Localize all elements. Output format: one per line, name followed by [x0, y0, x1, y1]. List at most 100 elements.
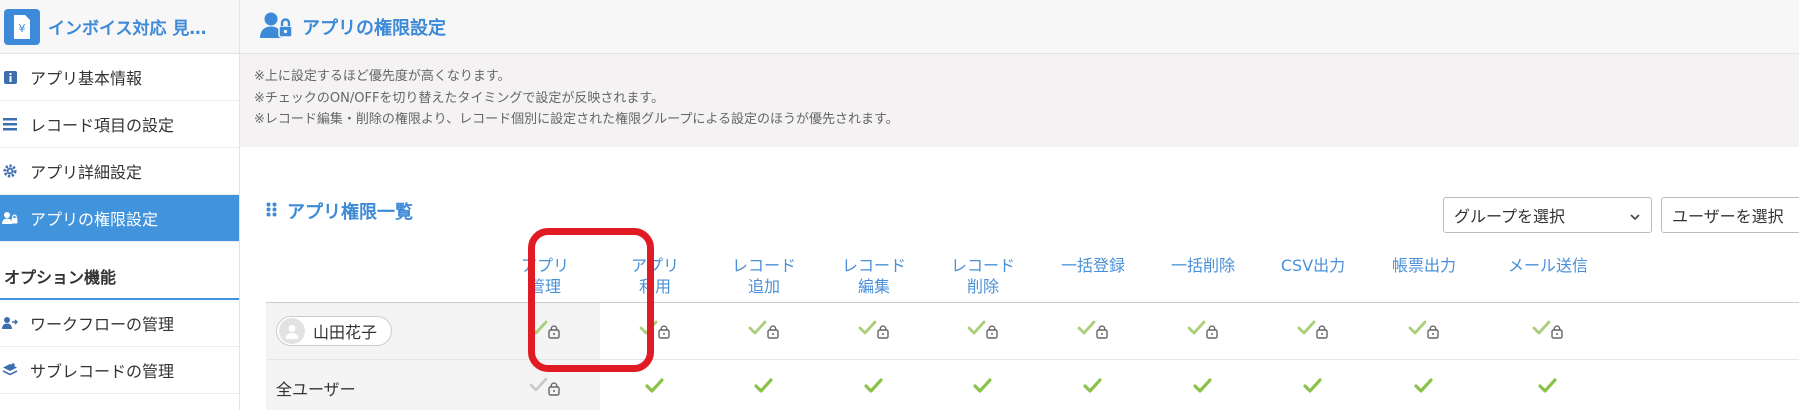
app-document-icon: ¥ [4, 8, 40, 45]
main-content: アプリの権限設定 ※上に設定するほど優先度が高くなります。 ※チェックのON/O… [240, 0, 1799, 410]
check-icon [864, 377, 884, 399]
column-header-line: 一括削除 [1170, 256, 1235, 275]
workflow-icon [2, 315, 18, 331]
permission-cell [1148, 303, 1258, 359]
column-header-line: 編集 [857, 277, 890, 296]
gear-icon [2, 163, 18, 179]
permission-cell [709, 303, 819, 359]
locked-check-icon [1077, 319, 1109, 343]
column-header-line: 利用 [638, 277, 671, 296]
user-lock-icon [260, 11, 294, 43]
list-icon [2, 116, 18, 132]
permission-cell[interactable] [709, 360, 819, 410]
permission-cell[interactable] [1369, 360, 1479, 410]
column-header[interactable]: レコード 編集 [819, 255, 929, 297]
permission-cell[interactable] [1148, 360, 1258, 410]
user-lock-icon [2, 210, 18, 226]
page-title: アプリの権限設定 [302, 17, 446, 39]
check-icon [973, 377, 993, 399]
check-icon [1083, 377, 1103, 399]
layers-icon [2, 362, 18, 378]
note-line: ※レコード編集・削除の権限より、レコード個別に設定された権限グループによる設定の… [254, 112, 899, 127]
permission-cell [490, 360, 600, 410]
column-header[interactable]: アプリ 管理 [490, 255, 600, 297]
group-select-value: グループを選択 [1454, 207, 1566, 226]
locked-check-icon [1532, 319, 1564, 343]
permission-cell[interactable] [1258, 360, 1368, 410]
sidebar-item-label: サブレコードの管理 [30, 362, 175, 381]
permission-cell[interactable] [600, 360, 710, 410]
group-select[interactable]: グループを選択 [1443, 197, 1652, 233]
column-header-line: アプリ [520, 256, 569, 275]
permission-cell[interactable] [819, 360, 929, 410]
check-icon [1303, 377, 1323, 399]
column-header-line: アプリ [630, 256, 679, 275]
sidebar-item-label: アプリ基本情報 [30, 69, 143, 88]
permission-cell[interactable] [928, 360, 1038, 410]
permission-cell [1369, 303, 1479, 359]
user-chip[interactable]: 山田花子 [276, 316, 393, 346]
column-header-line: レコード [841, 256, 906, 275]
locked-check-icon [858, 319, 890, 343]
column-header-line: レコード [731, 256, 796, 275]
column-header-line: 帳票出力 [1391, 256, 1456, 275]
check-icon [1414, 377, 1434, 399]
check-icon [754, 377, 774, 399]
column-header[interactable]: メール送信 [1493, 255, 1603, 276]
locked-check-icon [748, 319, 780, 343]
permission-cell [928, 303, 1038, 359]
column-header-line: レコード [950, 256, 1015, 275]
locked-check-icon [639, 319, 671, 343]
sidebar-item-subrecords[interactable]: サブレコードの管理 [0, 347, 239, 394]
column-header[interactable]: CSV出力 [1258, 255, 1368, 276]
column-header[interactable]: レコード 追加 [709, 255, 819, 297]
locked-check-icon [1297, 319, 1329, 343]
sidebar-item-workflow[interactable]: ワークフローの管理 [0, 300, 239, 347]
column-header-line: CSV出力 [1280, 256, 1346, 275]
table-header-row: アプリ 管理 アプリ 利用 レコード 追加 レコード 編集 レコード 削除 一括登録 一括削除 CSV出… [266, 251, 1799, 303]
column-header[interactable]: アプリ 利用 [600, 255, 710, 297]
locked-check-icon [1408, 319, 1440, 343]
locked-check-icon [967, 319, 999, 343]
app-header[interactable]: ¥ インボイス対応 見… [0, 0, 239, 54]
table-row: 山田花子 [266, 303, 1799, 360]
sidebar-item-label: アプリ詳細設定 [30, 163, 143, 182]
permission-cell [1493, 303, 1603, 359]
user-select-value: ユーザーを選択 [1672, 207, 1784, 226]
check-icon [645, 377, 665, 399]
permission-cell [1258, 303, 1368, 359]
avatar [279, 318, 305, 344]
permission-cell [1038, 303, 1148, 359]
column-header[interactable]: 一括登録 [1038, 255, 1148, 276]
permission-table: アプリ 管理 アプリ 利用 レコード 追加 レコード 編集 レコード 削除 一括登録 一括削除 CSV出… [266, 251, 1799, 410]
sidebar-item-label: レコード項目の設定 [30, 116, 175, 135]
column-header-line: 追加 [747, 277, 780, 296]
user-select[interactable]: ユーザーを選択 [1661, 197, 1799, 233]
group-name: 全ユーザー [276, 380, 356, 399]
column-header[interactable]: 帳票出力 [1369, 255, 1479, 276]
chevron-down-icon [1629, 208, 1641, 227]
app-title: インボイス対応 見… [48, 19, 207, 39]
permission-cell[interactable] [1038, 360, 1148, 410]
permission-cell [600, 303, 710, 359]
permission-cell [819, 303, 929, 359]
column-header-line: 一括登録 [1060, 256, 1125, 275]
permission-list-title: アプリ権限一覧 [287, 202, 413, 223]
drag-handle-icon [266, 202, 277, 221]
column-header-line: 削除 [966, 277, 999, 296]
svg-text:¥: ¥ [19, 22, 26, 35]
sidebar-item-record-fields[interactable]: レコード項目の設定 [0, 101, 239, 148]
sidebar-item-app-permissions[interactable]: アプリの権限設定 [0, 195, 239, 242]
sidebar-item-app-basic-info[interactable]: アプリ基本情報 [0, 54, 239, 101]
sidebar: ¥ インボイス対応 見… アプリ基本情報 レコード項目の設定 アプリ詳細設定 ア… [0, 0, 240, 410]
column-header[interactable]: レコード 削除 [928, 255, 1038, 297]
locked-check-icon [529, 319, 561, 343]
table-row: 全ユーザー [266, 360, 1799, 410]
check-icon [1193, 377, 1213, 399]
column-header[interactable]: 一括削除 [1148, 255, 1258, 276]
option-features-heading: オプション機能 [0, 242, 239, 300]
note-line: ※チェックのON/OFFを切り替えたタイミングで設定が反映されます。 [254, 90, 665, 106]
sidebar-item-app-details[interactable]: アプリ詳細設定 [0, 148, 239, 195]
permission-cell[interactable] [1493, 360, 1603, 410]
column-header-line: 管理 [528, 277, 561, 296]
